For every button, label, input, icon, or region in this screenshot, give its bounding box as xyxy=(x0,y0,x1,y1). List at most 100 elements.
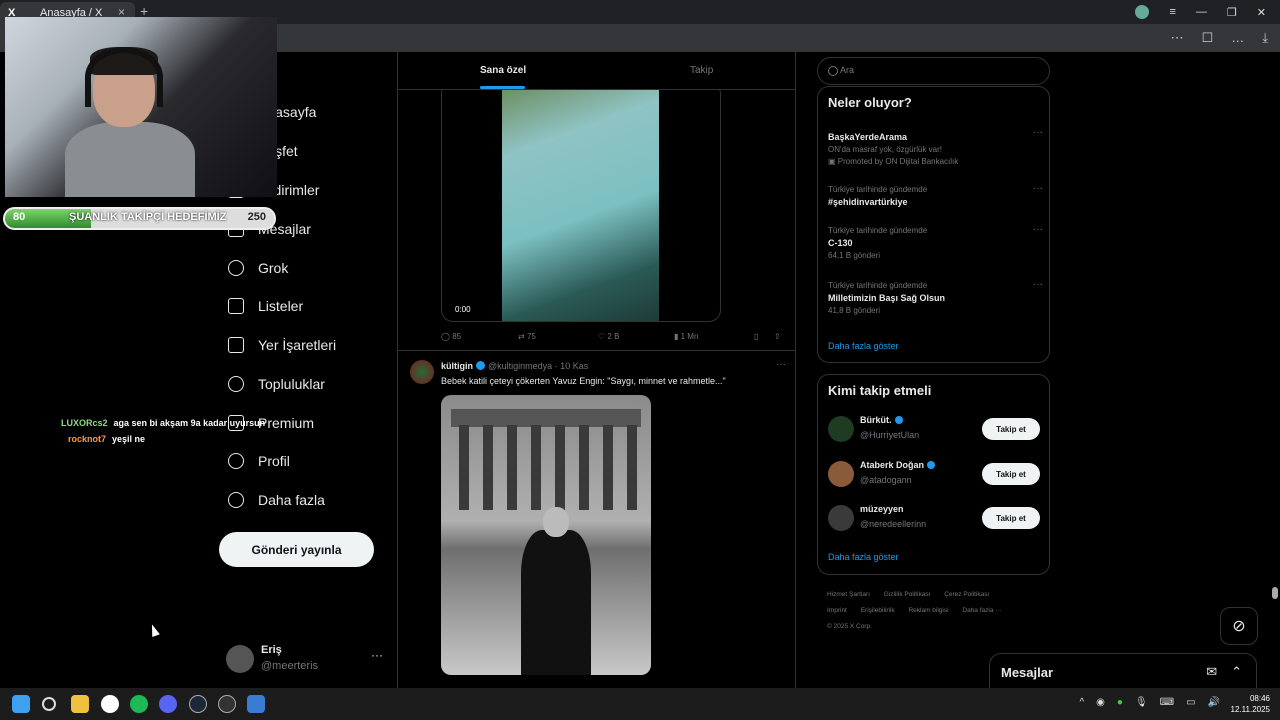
search-input[interactable]: Ara xyxy=(817,57,1050,85)
tweet-author-name[interactable]: kültigin xyxy=(441,361,473,371)
video-timestamp: 0:00 xyxy=(455,305,471,314)
minimize-button[interactable]: — xyxy=(1196,6,1207,18)
nav-item-grok[interactable]: Grok xyxy=(228,253,288,283)
obs-icon[interactable] xyxy=(218,695,236,713)
list-icon xyxy=(228,298,244,314)
more-icon[interactable]: ··· xyxy=(1033,183,1043,194)
tweet-more-icon[interactable]: ··· xyxy=(776,359,786,370)
steam-tray-icon[interactable]: ◉ xyxy=(1096,697,1105,708)
scrollbar[interactable] xyxy=(1270,52,1280,688)
trend-item[interactable]: Türkiye tarihinde gündemde Milletimizin … xyxy=(828,279,1043,315)
follow-suggestion[interactable]: Ataberk Doğan @atadogann Takip et xyxy=(828,458,1040,492)
clock-date: 12.11.2025 xyxy=(1230,705,1270,714)
display-icon[interactable]: ▭ xyxy=(1186,697,1195,708)
browser-profile-avatar[interactable] xyxy=(1135,5,1150,19)
new-message-icon[interactable]: ✉ xyxy=(1206,664,1217,680)
share-icon[interactable]: ⇧ xyxy=(774,332,781,341)
microphone-icon[interactable]: 🎙 xyxy=(1135,697,1148,708)
divider xyxy=(398,350,795,351)
post-button[interactable]: Gönderi yayınla xyxy=(219,532,374,567)
reply-button[interactable]: ◯ 85 xyxy=(441,332,461,341)
nav-item-lists[interactable]: Listeler xyxy=(228,291,303,321)
notepad-icon[interactable] xyxy=(247,695,265,713)
status-tray-icon[interactable]: ● xyxy=(1117,697,1123,708)
trend-item[interactable]: Türkiye tarihinde gündemde #şehidinvartü… xyxy=(828,183,1043,207)
more-icon[interactable]: ··· xyxy=(1033,127,1043,138)
image-person-face xyxy=(543,507,569,537)
footer-link[interactable]: Daha fazla ··· xyxy=(962,607,1001,614)
tweet-image[interactable] xyxy=(441,395,651,675)
close-window-button[interactable]: ✕ xyxy=(1257,6,1266,19)
chevron-up-icon[interactable]: ^ xyxy=(1079,697,1084,708)
headset-icon xyxy=(85,47,163,107)
avatar xyxy=(828,505,854,531)
follow-suggestion[interactable]: müzeyyen @neredeellerinn Takip et xyxy=(828,502,1040,536)
bookmark-icon[interactable]: ▯ xyxy=(754,332,758,341)
keyboard-icon[interactable]: ⌨ xyxy=(1160,697,1174,708)
avatar[interactable] xyxy=(410,360,434,384)
maximize-button[interactable]: ❐ xyxy=(1227,6,1237,19)
tab-for-you[interactable]: Sana özel xyxy=(480,65,526,76)
nav-item-more[interactable]: Daha fazla xyxy=(228,485,325,515)
nav-item-communities[interactable]: Topluluklar xyxy=(228,369,325,399)
yandex-browser-icon[interactable] xyxy=(101,695,119,713)
tweet-author-handle[interactable]: @kultiginmedya xyxy=(488,361,552,371)
steam-icon[interactable] xyxy=(189,695,207,713)
tab-following[interactable]: Takip xyxy=(690,65,713,76)
file-explorer-icon[interactable] xyxy=(71,695,89,713)
trends-panel: Neler oluyor? BaşkaYerdeArama ON'da masr… xyxy=(817,86,1050,363)
footer-link[interactable]: Gizlilik Politikası xyxy=(884,591,931,598)
search-icon[interactable] xyxy=(42,697,56,711)
tweet-date[interactable]: · 10 Kas xyxy=(555,361,589,371)
retweet-button[interactable]: ⇄ 75 xyxy=(518,332,536,341)
account-switcher[interactable]: Eriş @meerteris ··· xyxy=(226,642,386,676)
trend-item[interactable]: BaşkaYerdeArama ON'da masraf yok, özgürl… xyxy=(828,127,1043,166)
menu-icon[interactable]: ≡ xyxy=(1169,6,1175,18)
search-icon xyxy=(828,66,838,76)
footer-link[interactable]: Reklam bilgisi xyxy=(908,607,948,614)
tweet-text: Bebek katili çeteyi çökerten Yavuz Engin… xyxy=(441,376,726,386)
avatar xyxy=(828,416,854,442)
trend-item[interactable]: Türkiye tarihinde gündemde C-130 64,1 B … xyxy=(828,224,1043,260)
image-pillar xyxy=(507,425,517,510)
communities-icon xyxy=(228,376,244,392)
spotify-icon[interactable] xyxy=(130,695,148,713)
nav-item-bookmarks[interactable]: Yer İşaretleri xyxy=(228,330,336,360)
bookmark-icon[interactable]: ☐ xyxy=(1202,30,1214,46)
expand-icon[interactable]: ⌃ xyxy=(1231,664,1242,680)
footer-link[interactable]: Erişilebilirlik xyxy=(861,607,895,614)
tweet-video[interactable]: 0:00 xyxy=(441,82,721,322)
more-icon[interactable]: ··· xyxy=(1033,224,1043,235)
show-more-link[interactable]: Daha fazla göster xyxy=(828,341,899,351)
image-pillar xyxy=(555,425,565,510)
active-tab-indicator xyxy=(480,86,525,89)
goal-current: 80 xyxy=(13,211,26,223)
more-icon[interactable]: ⋯ xyxy=(1171,30,1184,46)
nav-item-profile[interactable]: Profil xyxy=(228,446,290,476)
footer-link[interactable]: Imprint xyxy=(827,607,847,614)
follow-button[interactable]: Takip et xyxy=(982,418,1040,440)
views-button[interactable]: ▮ 1 Mn xyxy=(674,332,698,341)
download-icon[interactable]: ⤓ xyxy=(1262,30,1268,46)
follow-button[interactable]: Takip et xyxy=(982,507,1040,529)
footer-link[interactable]: Hizmet Şartları xyxy=(827,591,870,598)
ellipsis-icon[interactable]: … xyxy=(1231,30,1244,46)
system-clock[interactable]: 08:46 12.11.2025 xyxy=(1231,693,1270,715)
like-button[interactable]: ♡ 2 B xyxy=(598,332,619,341)
chat-message: LUXORcs2 aga sen bi akşam 9a kadar uyursu… xyxy=(61,418,265,428)
show-more-link[interactable]: Daha fazla göster xyxy=(828,552,899,562)
more-icon[interactable]: ··· xyxy=(1033,279,1043,290)
timeline-tabs: Sana özel Takip xyxy=(398,52,795,90)
grok-button[interactable]: ⊘ xyxy=(1220,607,1258,645)
volume-icon[interactable]: 🔊 xyxy=(1208,697,1220,708)
windows-start-icon[interactable] xyxy=(12,695,30,713)
discord-icon[interactable] xyxy=(159,695,177,713)
footer-link[interactable]: Çerez Politikası xyxy=(944,591,989,598)
follow-suggestion[interactable]: Bürküt. @HurriyetUlan Takip et xyxy=(828,413,1040,447)
follow-button[interactable]: Takip et xyxy=(982,463,1040,485)
profile-name: Eriş xyxy=(261,644,282,656)
scrollbar-thumb[interactable] xyxy=(1272,587,1278,599)
messages-drawer[interactable]: Mesajlar ✉ ⌃ xyxy=(989,653,1257,688)
video-frame xyxy=(502,83,659,321)
more-icon[interactable]: ··· xyxy=(371,648,383,662)
